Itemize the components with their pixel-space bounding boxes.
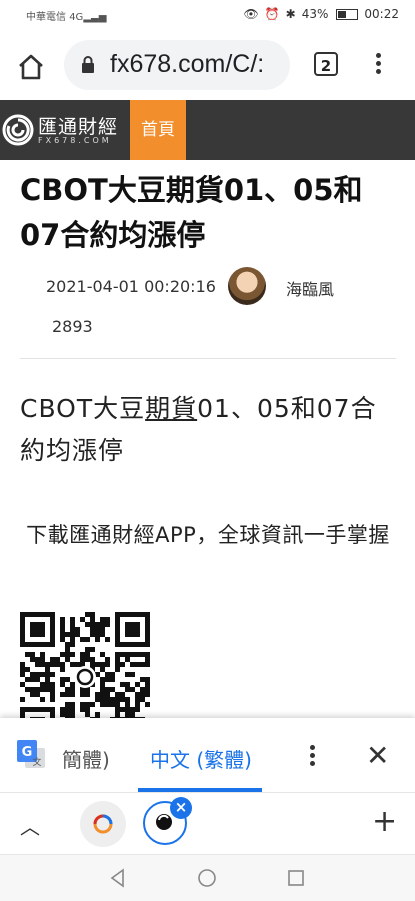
new-tab-icon[interactable]: + <box>372 807 397 837</box>
system-nav-bar <box>0 854 415 901</box>
battery-percent: 43% <box>301 7 329 21</box>
battery-icon <box>336 8 359 20</box>
bluetooth-icon: ✱ <box>285 7 296 21</box>
home-icon[interactable] <box>16 52 46 82</box>
tab-switcher-button[interactable]: 2 <box>314 52 338 76</box>
eye-icon: 👁 <box>243 7 259 21</box>
site-header: 匯通財經 FX678.COM 首頁 <box>0 100 415 160</box>
app-download-text: 下載匯通財經APP，全球資訊一手掌握 <box>26 523 390 547</box>
author-avatar[interactable] <box>228 267 266 305</box>
more-vert-icon[interactable] <box>368 50 388 80</box>
url-bar[interactable]: fx678.com/C/: <box>64 40 290 90</box>
qr-code <box>20 612 150 722</box>
nav-home-link[interactable]: 首頁 <box>130 100 186 160</box>
tab-close-icon[interactable]: × <box>170 797 192 819</box>
svg-text:G: G <box>22 745 33 760</box>
target-language-tab[interactable]: 中文 (繁體) <box>150 744 252 773</box>
author-name[interactable]: 海臨風 <box>286 276 334 300</box>
futures-link[interactable]: 期貨 <box>145 394 197 423</box>
tab-favicon-1[interactable] <box>80 801 126 847</box>
status-icons: 👁 ⏰ ✱ 43% 00:22 <box>243 7 399 21</box>
logo-subtext: FX678.COM <box>38 136 112 145</box>
status-bar: 中華電信 4G▂▃▅ 👁 ⏰ ✱ 43% 00:22 <box>0 0 415 30</box>
chevron-up-icon[interactable]: ︿ <box>20 811 40 840</box>
home-nav-icon[interactable] <box>197 868 217 888</box>
translate-more-icon[interactable] <box>306 742 318 772</box>
url-text[interactable]: fx678.com/C/: <box>110 50 264 79</box>
svg-text:文: 文 <box>32 756 41 768</box>
translate-bar: G 文 簡體) 中文 (繁體) ✕ <box>0 718 415 792</box>
bottom-tab-strip: ︿ × + <box>0 792 415 855</box>
article-title: CBOT大豆期貨01、05和07合約均漲停 <box>20 173 363 252</box>
article-body: CBOT大豆期貨01、05和07合約均漲停 <box>20 388 400 472</box>
body-text-start: CBOT大豆 <box>20 394 146 423</box>
lock-icon <box>81 56 95 78</box>
logo-swirl-icon <box>2 114 34 146</box>
back-icon[interactable] <box>108 868 128 888</box>
browser-toolbar: fx678.com/C/: 2 <box>0 30 415 100</box>
google-translate-icon: G 文 <box>17 740 47 770</box>
divider <box>20 358 396 359</box>
recents-icon[interactable] <box>286 868 306 888</box>
source-language-tab[interactable]: 簡體) <box>62 744 110 773</box>
view-count: 2893 <box>52 317 93 336</box>
article-date: 2021-04-01 00:20:16 <box>46 277 216 296</box>
carrier-label: 中華電信 4G▂▃▅ <box>26 12 107 23</box>
signal-icon: ▂▃▅ <box>83 12 107 23</box>
alarm-icon: ⏰ <box>264 7 280 21</box>
close-icon[interactable]: ✕ <box>366 742 389 770</box>
fx678-favicon-icon <box>93 814 113 834</box>
logo-text: 匯通財經 <box>38 116 119 138</box>
clock: 00:22 <box>364 7 399 21</box>
site-logo[interactable]: 匯通財經 FX678.COM <box>2 106 126 154</box>
